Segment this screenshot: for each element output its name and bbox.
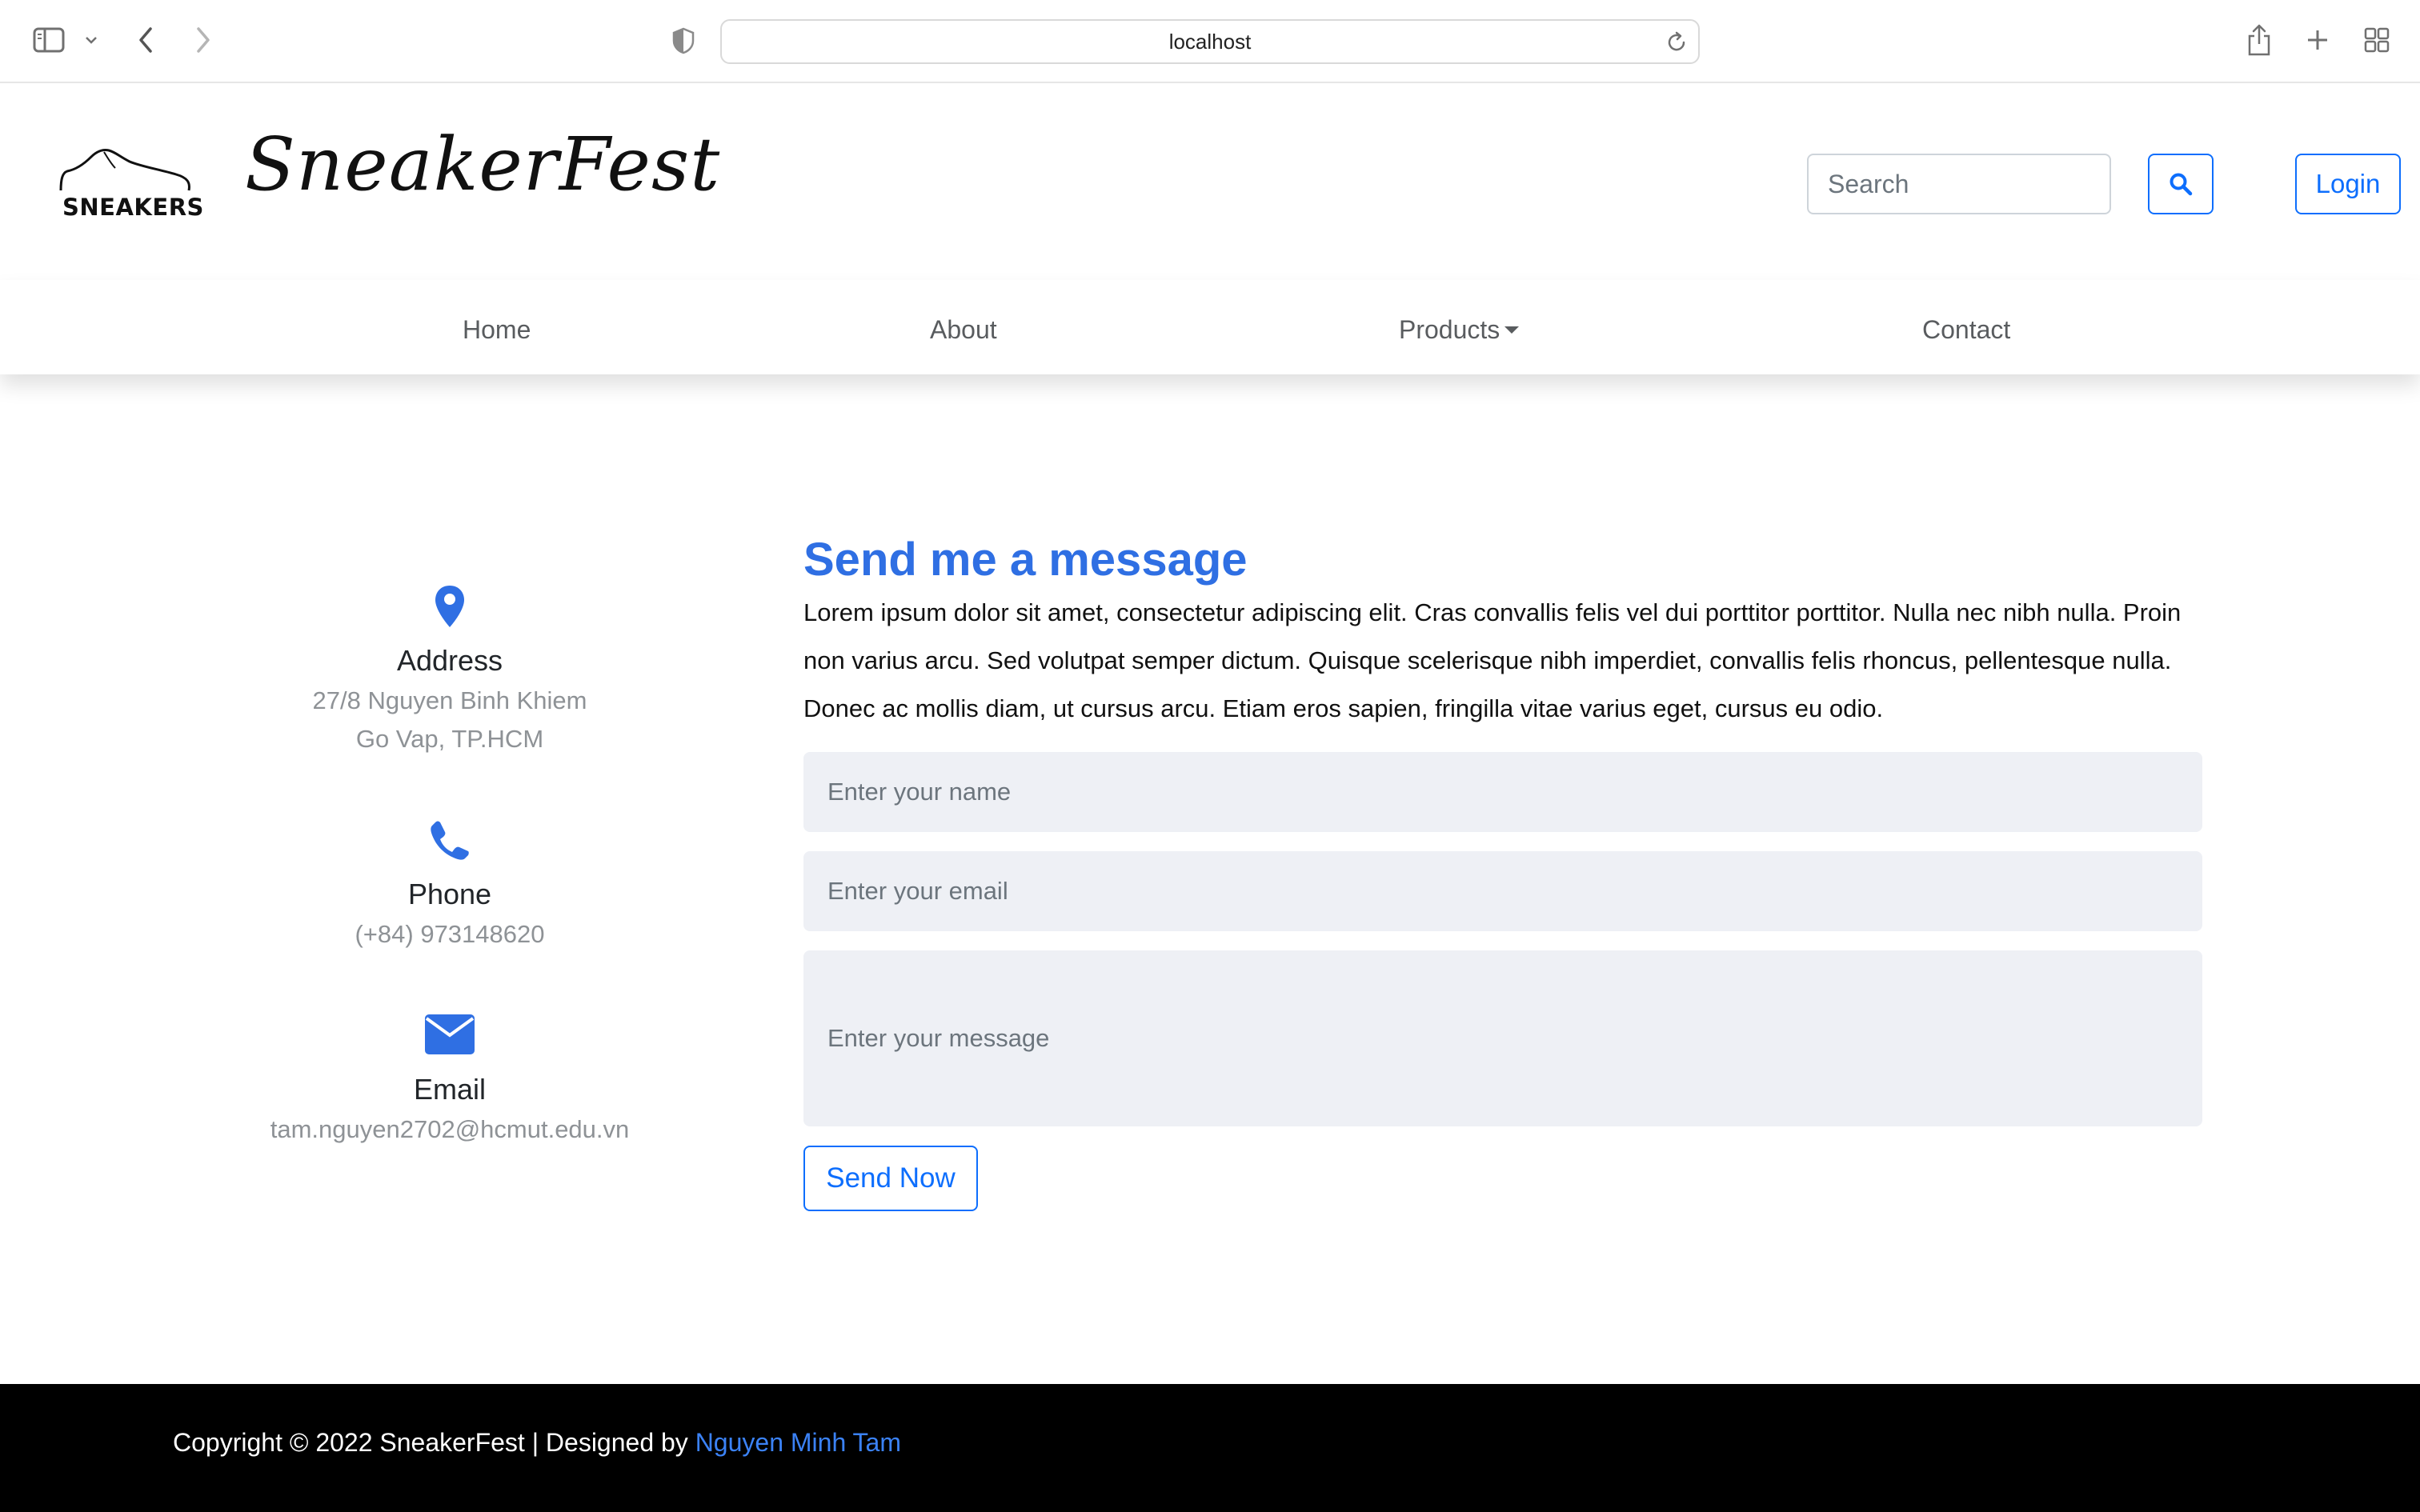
search-button[interactable] bbox=[2148, 154, 2214, 214]
email-input[interactable] bbox=[803, 851, 2202, 931]
form-description: Lorem ipsum dolor sit amet, consectetur … bbox=[803, 598, 2182, 722]
main-navigation: Home About Products Contact bbox=[0, 280, 2420, 374]
reload-icon[interactable] bbox=[1665, 30, 1689, 54]
envelope-icon bbox=[425, 1014, 475, 1054]
phone-block: Phone (+84) 973148620 bbox=[210, 819, 690, 954]
phone-number: (+84) 973148620 bbox=[355, 920, 545, 948]
search-icon bbox=[2170, 173, 2193, 196]
address-title: Address bbox=[396, 644, 503, 677]
sidebar-toggle-icon[interactable] bbox=[30, 24, 67, 56]
sneakers-logo[interactable]: SNEAKERS bbox=[56, 141, 203, 227]
message-textarea[interactable] bbox=[803, 950, 2202, 1126]
search-input[interactable] bbox=[1807, 154, 2111, 214]
nav-products-dropdown[interactable]: Products bbox=[1399, 280, 1520, 379]
url-text: localhost bbox=[1168, 30, 1252, 54]
nav-about[interactable]: About bbox=[930, 280, 997, 379]
contact-form: Send me a message Lorem ipsum dolor sit … bbox=[803, 528, 2202, 1211]
name-input[interactable] bbox=[803, 752, 2202, 832]
tab-overview-icon[interactable] bbox=[2361, 24, 2393, 56]
nav-contact[interactable]: Contact bbox=[1922, 280, 2010, 379]
email-block: Email tam.nguyen2702@hcmut.edu.vn bbox=[210, 1014, 690, 1149]
phone-icon bbox=[431, 821, 469, 860]
address-line-1: 27/8 Nguyen Binh Khiem bbox=[312, 686, 587, 714]
map-pin-icon bbox=[435, 586, 464, 627]
share-icon[interactable] bbox=[2242, 19, 2276, 61]
footer-copyright: Copyright © 2022 SneakerFest | Designed … bbox=[173, 1384, 901, 1501]
address-line-2: Go Vap, TP.HCM bbox=[355, 725, 544, 753]
footer-copyright-text: Copyright © 2022 SneakerFest | Designed … bbox=[173, 1428, 695, 1457]
email-address: tam.nguyen2702@hcmut.edu.vn bbox=[270, 1115, 630, 1143]
login-button[interactable]: Login bbox=[2295, 154, 2401, 214]
address-block: Address 27/8 Nguyen Binh Khiem Go Vap, T… bbox=[210, 584, 690, 758]
chevron-down-icon[interactable] bbox=[80, 27, 102, 53]
email-title: Email bbox=[413, 1073, 487, 1106]
privacy-shield-icon[interactable] bbox=[667, 24, 699, 58]
nav-products-label: Products bbox=[1399, 315, 1500, 344]
logo-text: SNEAKERS bbox=[62, 194, 204, 221]
site-header: SNEAKERS SneakerFest Login bbox=[0, 85, 2420, 280]
send-now-button[interactable]: Send Now bbox=[803, 1146, 978, 1211]
caret-down-icon bbox=[1504, 326, 1520, 334]
footer-author-link[interactable]: Nguyen Minh Tam bbox=[695, 1428, 901, 1457]
browser-toolbar: localhost bbox=[0, 0, 2420, 83]
back-arrow-icon[interactable] bbox=[131, 22, 160, 58]
sneaker-outline-icon bbox=[59, 149, 190, 191]
nav-home[interactable]: Home bbox=[463, 280, 531, 379]
address-bar[interactable]: localhost bbox=[720, 19, 1700, 64]
form-title: Send me a message bbox=[803, 534, 1248, 586]
phone-title: Phone bbox=[407, 878, 492, 910]
forward-arrow-icon[interactable] bbox=[189, 22, 218, 58]
site-footer: Copyright © 2022 SneakerFest | Designed … bbox=[0, 1384, 2420, 1512]
new-tab-plus-icon[interactable] bbox=[2302, 24, 2334, 56]
brand-name[interactable]: SneakerFest bbox=[245, 122, 720, 207]
